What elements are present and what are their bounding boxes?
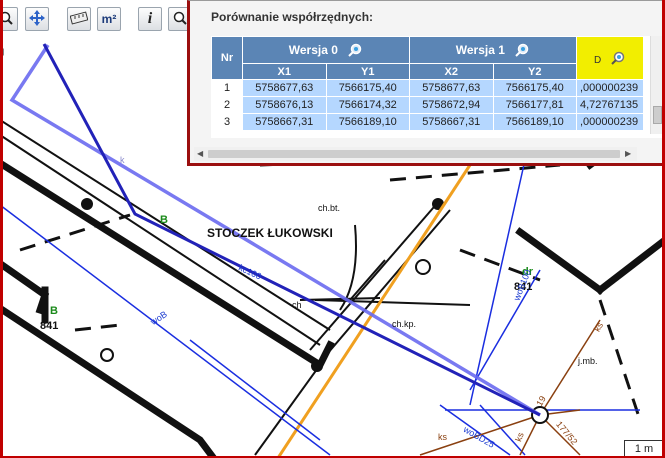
search-icon	[172, 10, 188, 29]
label-ch-kp: ch.kp.	[392, 319, 417, 329]
cell-x2: 5758667,31	[409, 113, 494, 131]
cell-x2: 5758672,94	[409, 96, 494, 114]
version-0-label: Wersja 0	[288, 43, 338, 57]
cell-d: 4,72767135	[576, 96, 644, 114]
column-header-y1[interactable]: Y1	[325, 63, 410, 80]
version-1-label: Wersja 1	[455, 43, 505, 57]
d-zoom-icon[interactable]	[610, 51, 626, 65]
parcel-number-left: 841	[40, 320, 59, 332]
column-header-d[interactable]: D	[576, 36, 644, 80]
label-ch-bt: ch.bt.	[318, 203, 341, 213]
table-row[interactable]: 2 5758676,13 7566174,32 5758672,94 75661…	[211, 96, 644, 114]
cell-x1: 5758667,31	[242, 113, 327, 131]
scale-bar: 1 m	[624, 440, 663, 457]
measure-area-button[interactable]: m²	[97, 7, 121, 31]
horizontal-scrollbar[interactable]: ◀ ▶	[194, 147, 637, 161]
column-group-version-1[interactable]: Wersja 1	[409, 36, 577, 64]
cell-nr: 1	[211, 79, 243, 97]
cell-x1: 5758676,13	[242, 96, 327, 114]
column-header-x2[interactable]: X2	[409, 63, 494, 80]
comparison-table: Nr Wersja 0 Wersja 1 D X1 Y1 X2 Y2 1 575…	[211, 36, 644, 131]
pan-icon	[28, 9, 46, 30]
cell-x1: 5758677,63	[242, 79, 327, 97]
cell-x2: 5758677,63	[409, 79, 494, 97]
vertical-scrollbar-thumb[interactable]	[653, 106, 662, 124]
cell-y1: 7566189,10	[325, 113, 410, 131]
measure-distance-icon	[69, 10, 89, 28]
column-header-x1[interactable]: X1	[242, 63, 327, 80]
info-icon: i	[147, 10, 153, 27]
version-0-zoom-icon[interactable]	[347, 43, 363, 57]
label-j-mb: j.mb.	[578, 356, 598, 366]
column-header-nr[interactable]: Nr	[211, 36, 243, 80]
point-label-b: B	[160, 214, 168, 226]
cell-y1: 7566174,32	[325, 96, 410, 114]
cell-d: ,000000239	[576, 79, 644, 97]
scroll-left-arrow-icon[interactable]: ◀	[197, 149, 203, 158]
label-ks-left: ks	[438, 432, 447, 442]
label-ch: ch	[292, 300, 302, 310]
frame-border-left	[0, 0, 3, 458]
locality-label: STOCZEK ŁUKOWSKI	[207, 226, 333, 240]
table-row[interactable]: 3 5758667,31 7566189,10 5758667,31 75661…	[211, 113, 644, 131]
label-k: k	[120, 155, 125, 165]
d-label: D	[593, 55, 602, 66]
building-label-b: B	[50, 305, 58, 317]
cell-nr: 2	[211, 96, 243, 114]
info-button[interactable]: i	[138, 7, 162, 31]
cell-y2: 7566189,10	[492, 113, 577, 131]
measure-area-icon: m²	[101, 12, 117, 26]
panel-title: Porównanie współrzędnych:	[211, 10, 374, 24]
pan-button[interactable]	[25, 7, 49, 31]
cell-y2: 7566175,40	[492, 79, 577, 97]
cell-d: ,000000239	[576, 113, 644, 131]
table-row[interactable]: 1 5758677,63 7566175,40 5758677,63 75661…	[211, 79, 644, 97]
column-group-version-0[interactable]: Wersja 0	[242, 36, 410, 64]
cell-y1: 7566175,40	[325, 79, 410, 97]
comparison-table-container[interactable]: Nr Wersja 0 Wersja 1 D X1 Y1 X2 Y2 1 575…	[211, 36, 663, 138]
scroll-right-arrow-icon[interactable]: ▶	[625, 149, 631, 158]
horizontal-scrollbar-thumb[interactable]	[208, 150, 620, 158]
measure-distance-button[interactable]	[67, 7, 91, 31]
cell-nr: 3	[211, 113, 243, 131]
version-1-zoom-icon[interactable]	[514, 43, 530, 57]
column-header-y2[interactable]: Y2	[492, 63, 577, 80]
cell-y2: 7566177,81	[492, 96, 577, 114]
coordinate-comparison-panel: Porównanie współrzędnych: Nr Wersja 0 We…	[187, 0, 664, 166]
